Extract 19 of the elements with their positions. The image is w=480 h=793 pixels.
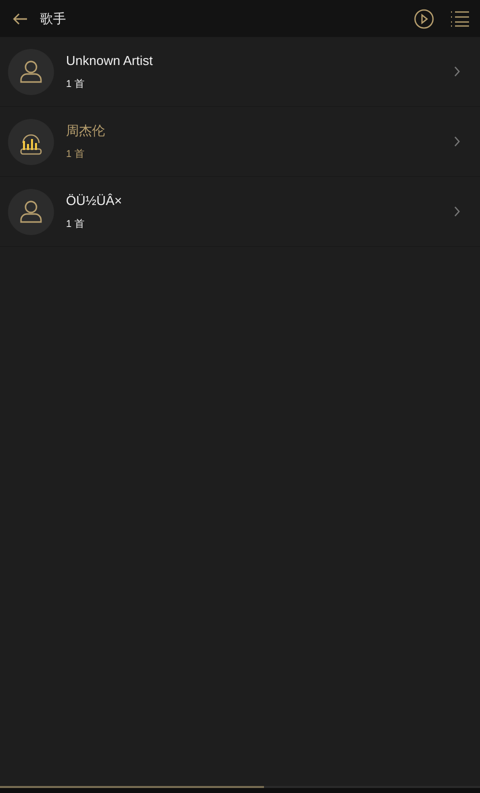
- person-icon: [20, 60, 42, 84]
- artist-row[interactable]: Unknown Artist 1 首: [0, 37, 480, 107]
- artist-row[interactable]: ÖÜ½ÜÂ× 1 首: [0, 177, 480, 247]
- menu-icon: [451, 10, 469, 26]
- person-icon: [20, 200, 42, 224]
- artist-name: 周杰伦: [66, 122, 106, 140]
- chevron-right-icon: [454, 136, 460, 147]
- song-count: 1 首: [66, 218, 86, 232]
- song-count: 1 首: [66, 148, 86, 162]
- page-title: 歌手: [40, 10, 66, 28]
- song-count: 1 首: [66, 78, 86, 92]
- artist-name: Unknown Artist: [66, 52, 154, 70]
- chevron-right-icon: [454, 66, 460, 77]
- back-arrow-icon: [12, 12, 28, 24]
- play-all-button[interactable]: [412, 6, 436, 30]
- artist-row[interactable]: 周杰伦 1 首: [0, 107, 480, 177]
- artist-name: ÖÜ½ÜÂ×: [66, 192, 123, 210]
- chevron-right-icon: [454, 206, 460, 217]
- play-circle-icon: [414, 8, 434, 28]
